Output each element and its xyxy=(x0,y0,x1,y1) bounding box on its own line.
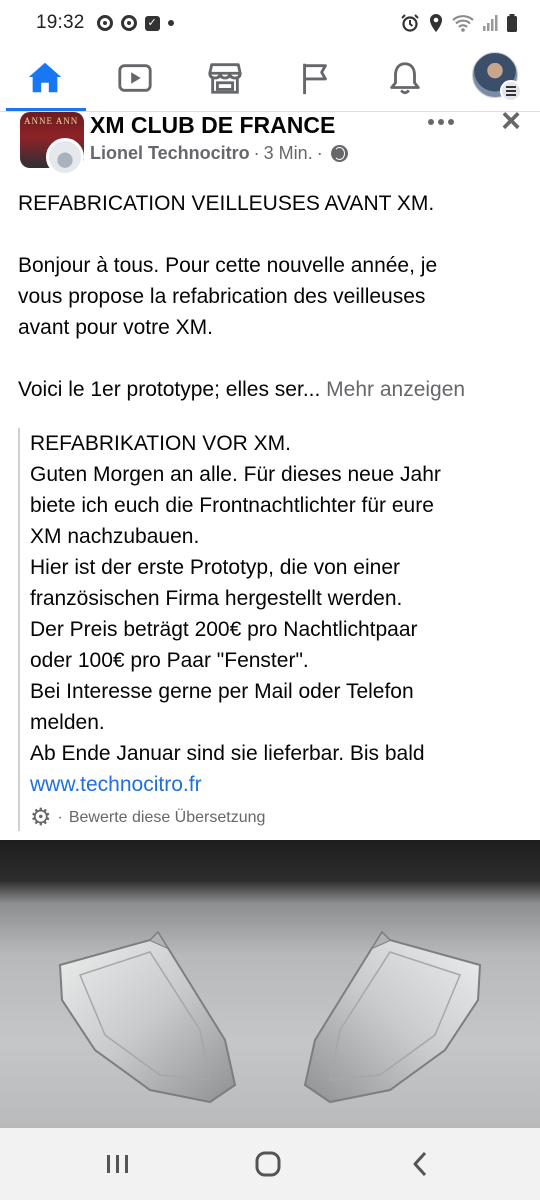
video-icon xyxy=(118,64,152,92)
gear-icon: ⚙ xyxy=(30,803,52,831)
home-icon xyxy=(28,62,62,93)
post-line: vous propose la refabrication des veille… xyxy=(18,285,426,308)
post-line: Bonjour à tous. Pour cette nouvelle anné… xyxy=(18,254,438,277)
checkbox-notification-icon: ✓ xyxy=(144,15,160,31)
lamps-photo xyxy=(58,930,482,1104)
post-time[interactable]: 3 Min. xyxy=(264,143,313,164)
location-icon xyxy=(430,14,442,32)
home-system-button[interactable] xyxy=(238,1146,298,1182)
author-avatar[interactable] xyxy=(46,138,84,176)
nav-pages-button[interactable] xyxy=(270,46,360,110)
post-line-text: Voici le 1er prototype; elles ser... xyxy=(18,378,321,401)
post-header: ANNE ANN XM CLUB DE FRANCE Lionel Techno… xyxy=(0,104,540,178)
menu-icon xyxy=(500,80,522,102)
camera-notification-icon xyxy=(96,15,113,31)
nav-watch-button[interactable] xyxy=(90,46,180,110)
top-navigation xyxy=(0,46,540,112)
group-thumbnail-text: ANNE ANN xyxy=(24,116,79,126)
recent-apps-icon xyxy=(107,1155,128,1173)
back-button[interactable] xyxy=(390,1146,450,1182)
right-lamp xyxy=(303,938,482,1104)
translation-line: Guten Morgen an alle. Für dieses neue Ja… xyxy=(30,463,441,486)
post-photo[interactable] xyxy=(0,840,540,1128)
website-link[interactable]: www.technocitro.fr xyxy=(30,769,530,800)
close-icon[interactable]: × xyxy=(496,104,526,138)
post-line: avant pour votre XM. xyxy=(18,316,213,339)
translation-line: melden. xyxy=(30,711,105,734)
system-icons xyxy=(400,13,518,33)
back-icon xyxy=(413,1151,427,1177)
translation-line: Hier ist der erste Prototyp, die von ein… xyxy=(30,556,401,579)
alarm-icon xyxy=(401,14,419,32)
translation-line: französischen Firma hergestellt werden. xyxy=(30,587,403,610)
status-time: 19:32 xyxy=(36,12,85,33)
notification-icons: ✓ xyxy=(96,15,174,31)
translation-line: oder 100€ pro Paar "Fenster". xyxy=(30,649,309,672)
camera-notification-icon xyxy=(120,15,137,31)
translation-line: biete ich euch die Frontnachtlichter für… xyxy=(30,494,434,517)
battery-icon xyxy=(507,14,517,32)
recent-apps-button[interactable] xyxy=(88,1146,148,1182)
translation-line: REFABRIKATION VOR XM. xyxy=(30,432,291,455)
home-circle-icon xyxy=(255,1151,281,1177)
rate-translation-link[interactable]: Bewerte diese Übersetzung xyxy=(69,802,266,833)
system-navigation-bar xyxy=(0,1128,540,1200)
globe-icon xyxy=(330,145,348,162)
see-more-link[interactable]: Mehr anzeigen xyxy=(326,378,465,401)
post-body: REFABRICATION VEILLEUSES AVANT XM. Bonjo… xyxy=(18,188,528,405)
group-name-link[interactable]: XM CLUB DE FRANCE xyxy=(90,112,335,139)
post-meta: Lionel Technocitro · 3 Min. · xyxy=(90,143,348,164)
nav-menu-button[interactable] xyxy=(472,52,522,102)
flag-icon xyxy=(303,63,327,95)
status-bar: 19:32 ✓ xyxy=(0,0,540,46)
nav-home-button[interactable] xyxy=(0,46,90,111)
rate-separator: · xyxy=(57,809,63,826)
translation-block: REFABRIKATION VOR XM. Guten Morgen an al… xyxy=(18,428,530,831)
dot-icon xyxy=(167,20,174,26)
translation-line: Der Preis beträgt 200€ pro Nachtlichtpaa… xyxy=(30,618,418,641)
active-tab-indicator xyxy=(6,108,86,111)
translation-line: Bei Interesse gerne per Mail oder Telefo… xyxy=(30,680,414,703)
translation-line: XM nachzubauen. xyxy=(30,525,200,548)
nav-notifications-button[interactable] xyxy=(360,46,450,110)
nav-marketplace-button[interactable] xyxy=(180,46,270,110)
meta-separator: · xyxy=(316,143,323,163)
more-options-button[interactable] xyxy=(424,112,458,132)
store-icon xyxy=(208,63,242,94)
author-name-link[interactable]: Lionel Technocitro xyxy=(90,143,250,164)
bell-icon xyxy=(390,62,420,95)
meta-separator: · xyxy=(253,143,260,163)
post-line: Voici le 1er prototype; elles ser... Meh… xyxy=(18,374,528,405)
signal-icon xyxy=(483,15,498,31)
post-line: REFABRICATION VEILLEUSES AVANT XM. xyxy=(18,192,435,215)
rate-translation-row[interactable]: ⚙ · Bewerte diese Übersetzung xyxy=(30,802,530,833)
left-lamp xyxy=(58,938,237,1104)
translation-line: Ab Ende Januar sind sie lieferbar. Bis b… xyxy=(30,742,425,765)
wifi-icon xyxy=(452,15,474,32)
